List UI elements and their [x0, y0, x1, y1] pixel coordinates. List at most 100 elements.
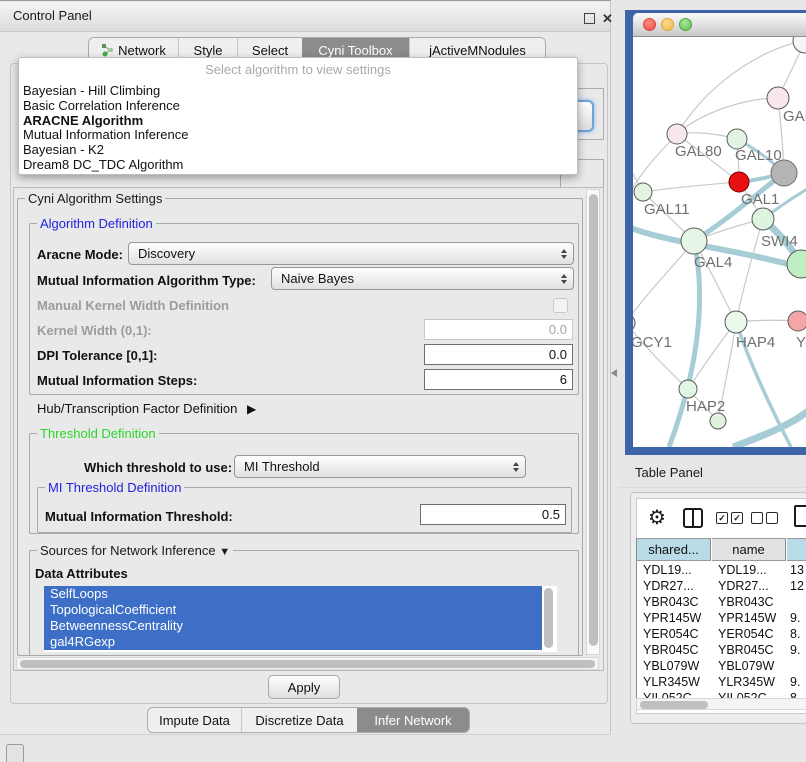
cell[interactable]: 8.: [790, 627, 800, 641]
aracne-mode-combobox[interactable]: Discovery: [128, 242, 574, 265]
stepper-arrows-icon: [561, 249, 567, 259]
cell[interactable]: YIL052C: [643, 691, 692, 698]
cell[interactable]: YBR045C: [718, 643, 774, 657]
cell[interactable]: YER054C: [718, 627, 774, 641]
scrollbar-thumb[interactable]: [589, 194, 598, 646]
network-window-titlebar[interactable]: [633, 13, 806, 37]
cell[interactable]: YLR345W: [718, 675, 775, 689]
scrollbar-thumb[interactable]: [20, 660, 595, 668]
cell[interactable]: 9.: [790, 611, 800, 625]
popup-placeholder: Select algorithm to view settings: [19, 58, 577, 84]
settings-vertical-scrollbar[interactable]: [586, 189, 600, 655]
kernel-width-field[interactable]: 0.0: [424, 319, 573, 340]
table-icon-partial[interactable]: [794, 505, 806, 527]
scrollbar-thumb[interactable]: [544, 588, 553, 648]
list-item[interactable]: TopologicalCoefficient: [44, 602, 542, 618]
manual-kernel-checkbox[interactable]: [553, 298, 568, 313]
close-icon[interactable]: ✕: [602, 13, 613, 24]
cell[interactable]: 8.: [790, 691, 800, 698]
tab-impute-data[interactable]: Impute Data: [148, 708, 241, 732]
node[interactable]: [788, 311, 806, 331]
node-gcy1[interactable]: [633, 314, 635, 332]
node-gal1[interactable]: [752, 208, 774, 230]
node-swi4[interactable]: [787, 250, 806, 278]
node-gal10[interactable]: [727, 129, 747, 149]
menu-item[interactable]: Mutual Information Inference: [19, 128, 577, 143]
node-selected-red[interactable]: [729, 172, 749, 192]
gear-icon[interactable]: ⚙: [648, 505, 666, 530]
cell[interactable]: 12: [790, 579, 804, 593]
splitpane-collapse-arrow-icon[interactable]: [611, 369, 617, 377]
menu-item[interactable]: Basic Correlation Inference: [19, 99, 577, 114]
list-item[interactable]: BetweennessCentrality: [44, 618, 542, 634]
list-item[interactable]: SelfLoops: [44, 586, 542, 602]
node-hap2[interactable]: [679, 380, 697, 398]
table-body: YDL19... YDL19... 13 YDR27... YDR27... 1…: [637, 562, 806, 698]
cell[interactable]: YPR145W: [643, 611, 701, 625]
node-gal11[interactable]: [634, 183, 652, 201]
cell[interactable]: YBL079W: [718, 659, 774, 673]
cell[interactable]: 13: [790, 563, 804, 577]
settings-horizontal-scrollbar[interactable]: [16, 657, 599, 670]
menu-item[interactable]: Bayesian - Hill Climbing: [19, 84, 577, 99]
cell[interactable]: YER054C: [643, 627, 699, 641]
table-horizontal-scrollbar[interactable]: [636, 698, 806, 710]
network-canvas[interactable]: GAL GAL80 GAL10 GAL1 GAL11 SWI4 GAL4 GCY…: [633, 37, 806, 447]
menu-item[interactable]: Dream8 DC_TDC Algorithm: [19, 158, 577, 173]
cell[interactable]: YBR043C: [718, 595, 774, 609]
cell[interactable]: YDR27...: [718, 579, 769, 593]
node[interactable]: [767, 87, 789, 109]
cell[interactable]: YDR27...: [643, 579, 694, 593]
cell[interactable]: YDL19...: [643, 563, 692, 577]
node[interactable]: [793, 37, 806, 53]
zoom-traffic-light-icon[interactable]: [679, 18, 692, 31]
menu-item[interactable]: Bayesian - K2: [19, 143, 577, 158]
mi-threshold-field[interactable]: 0.5: [420, 504, 566, 525]
menu-item-selected[interactable]: ARACNE Algorithm: [19, 114, 577, 129]
node[interactable]: [710, 413, 726, 429]
split-columns-icon[interactable]: [683, 508, 703, 528]
mi-steps-field[interactable]: 6: [424, 369, 573, 390]
data-attributes-label: Data Attributes: [35, 566, 128, 581]
unchecked-checkbox-icon[interactable]: [751, 512, 763, 524]
float-window-icon[interactable]: [584, 13, 595, 24]
node-gal80[interactable]: [667, 124, 687, 144]
sources-collapse-toggle[interactable]: Sources for Network Inference ▼: [37, 543, 233, 558]
node-hap4[interactable]: [725, 311, 747, 333]
checked-checkbox-icon[interactable]: ✓: [731, 512, 743, 524]
apply-button[interactable]: Apply: [268, 675, 340, 699]
mini-grid-button-partial[interactable]: [6, 744, 24, 762]
close-traffic-light-icon[interactable]: [643, 18, 656, 31]
cell[interactable]: YBR045C: [643, 643, 699, 657]
hub-definition-expander[interactable]: Hub/Transcription Factor Definition ▶: [37, 401, 256, 416]
node-gal4[interactable]: [681, 228, 707, 254]
minimize-traffic-light-icon[interactable]: [661, 18, 674, 31]
group-title: MI Threshold Definition: [45, 480, 184, 495]
node-label: Y: [796, 334, 806, 351]
checked-checkbox-icon[interactable]: ✓: [716, 512, 728, 524]
which-threshold-combobox[interactable]: MI Threshold: [234, 455, 526, 478]
cell[interactable]: YIL052C: [718, 691, 767, 698]
cell[interactable]: 9.: [790, 643, 800, 657]
cell[interactable]: YDL19...: [718, 563, 767, 577]
node-label: SWI4: [761, 233, 798, 250]
cell[interactable]: YBL079W: [643, 659, 699, 673]
cell[interactable]: YPR145W: [718, 611, 776, 625]
dpi-tolerance-label: DPI Tolerance [0,1]:: [37, 348, 157, 363]
scrollbar-thumb[interactable]: [640, 701, 708, 709]
tab-discretize-data[interactable]: Discretize Data: [241, 708, 357, 732]
column-header-shared[interactable]: shared...: [637, 538, 711, 561]
node-label: HAP4: [736, 334, 775, 351]
tab-infer-network[interactable]: Infer Network: [357, 708, 469, 732]
column-header-name[interactable]: name: [712, 538, 786, 561]
cell[interactable]: 9.: [790, 675, 800, 689]
unchecked-checkbox-icon[interactable]: [766, 512, 778, 524]
list-item[interactable]: gal4RGexp: [44, 634, 542, 650]
cell[interactable]: YLR345W: [643, 675, 700, 689]
column-header-partial[interactable]: [787, 538, 806, 561]
list-vertical-scrollbar[interactable]: [543, 587, 554, 651]
group-title: Threshold Definition: [37, 426, 159, 441]
mi-type-combobox[interactable]: Naive Bayes: [271, 267, 574, 290]
dpi-tolerance-field[interactable]: 0.0: [424, 344, 573, 365]
cell[interactable]: YBR043C: [643, 595, 699, 609]
